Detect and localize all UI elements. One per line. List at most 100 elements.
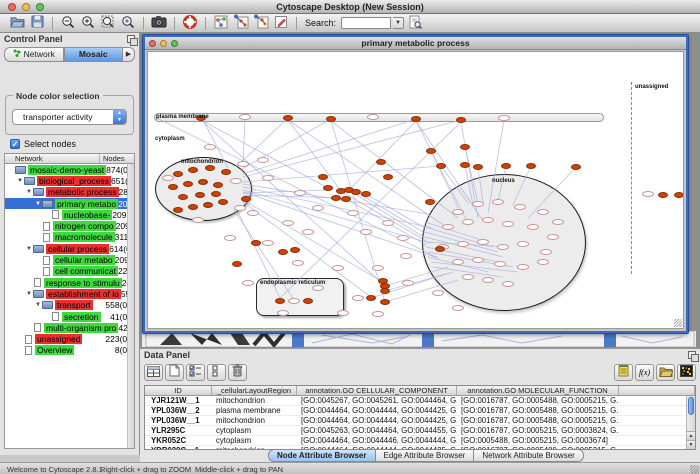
- network-node-colored[interactable]: [195, 192, 205, 198]
- tree-row[interactable]: unassigned223(0): [5, 333, 134, 344]
- tree-row[interactable]: macromolecule311(0): [5, 232, 134, 243]
- network-node-colored[interactable]: [366, 295, 376, 301]
- network-node-colored[interactable]: [173, 207, 183, 213]
- network-node-colored[interactable]: [183, 181, 193, 187]
- network-node-colored[interactable]: [351, 189, 361, 195]
- network-node[interactable]: [294, 190, 306, 196]
- network-node-colored[interactable]: [323, 185, 333, 191]
- frame-resize-grip[interactable]: [674, 319, 682, 327]
- tree-expand-icon[interactable]: ▼: [25, 291, 33, 297]
- zoom-fit-button[interactable]: [99, 15, 117, 31]
- network-node[interactable]: [262, 240, 274, 246]
- network-node[interactable]: [452, 209, 464, 215]
- column-header-cellular-component[interactable]: annotation.GO CELLULAR_COMPONENT: [297, 386, 457, 395]
- network-node[interactable]: [242, 280, 254, 286]
- network-node[interactable]: [332, 265, 344, 271]
- network-node[interactable]: [239, 114, 251, 120]
- network-node[interactable]: [482, 277, 494, 283]
- network-node-colored[interactable]: [501, 163, 511, 169]
- vizmapper-button[interactable]: [212, 15, 230, 31]
- network-node-colored[interactable]: [203, 202, 213, 208]
- tree-row[interactable]: ▼metabolic process280(0): [5, 187, 134, 198]
- network-node[interactable]: [452, 305, 464, 311]
- network-node-colored[interactable]: [460, 162, 470, 168]
- network-node[interactable]: [537, 259, 549, 265]
- network-node-colored[interactable]: [232, 261, 242, 267]
- network-node[interactable]: [497, 244, 509, 250]
- network-node[interactable]: [234, 205, 246, 211]
- network-node[interactable]: [547, 234, 559, 240]
- network-node-colored[interactable]: [241, 196, 251, 202]
- network-node-colored[interactable]: [211, 191, 221, 197]
- network-node-colored[interactable]: [571, 164, 581, 170]
- snapshot-button[interactable]: [150, 15, 168, 31]
- network-node[interactable]: [452, 259, 464, 265]
- tree-column-network[interactable]: Network: [5, 154, 100, 163]
- column-header-molecular-function[interactable]: annotation.GO MOLECULAR_FUNCTION: [457, 386, 619, 395]
- network-node[interactable]: [472, 201, 484, 207]
- tree-row[interactable]: ▼transport558(0): [5, 300, 134, 311]
- network-node-colored[interactable]: [213, 182, 223, 188]
- network-node[interactable]: [337, 310, 349, 316]
- network-node-colored[interactable]: [221, 169, 231, 175]
- network-node-colored[interactable]: [168, 184, 178, 190]
- save-session-button[interactable]: [28, 15, 46, 31]
- network-node[interactable]: [257, 157, 269, 163]
- network-node[interactable]: [477, 239, 489, 245]
- tree-row[interactable]: ▼establishment of lo558(0): [5, 288, 134, 299]
- create-attribute-button[interactable]: [165, 364, 184, 381]
- search-submit-button[interactable]: [406, 15, 424, 31]
- attribute-notes-button[interactable]: [614, 364, 633, 381]
- network-node-colored[interactable]: [361, 191, 371, 197]
- tree-row[interactable]: secretion41(0): [5, 311, 134, 322]
- network-node-colored[interactable]: [188, 167, 198, 173]
- zoom-in-button[interactable]: [79, 15, 97, 31]
- network-node[interactable]: [360, 229, 372, 235]
- network-node-colored[interactable]: [456, 117, 466, 123]
- network-node-colored[interactable]: [198, 179, 208, 185]
- network-node-colored[interactable]: [303, 298, 313, 304]
- network-node[interactable]: [237, 161, 249, 167]
- tab-network-attribute-browser[interactable]: Network Attribute Browser: [474, 449, 583, 462]
- network-node[interactable]: [192, 217, 204, 223]
- network-node[interactable]: [442, 224, 454, 230]
- scroll-down-arrow[interactable]: ▼: [687, 440, 695, 449]
- tree-row[interactable]: ▼primary metabo209(...: [5, 198, 134, 209]
- network-node-colored[interactable]: [674, 192, 684, 198]
- network-node[interactable]: [517, 264, 529, 270]
- network-node-colored[interactable]: [376, 159, 386, 165]
- tree-expand-icon[interactable]: ▼: [16, 178, 24, 184]
- network-node[interactable]: [540, 249, 552, 255]
- network-node[interactable]: [492, 199, 504, 205]
- network-node-colored[interactable]: [188, 204, 198, 210]
- network-node[interactable]: [642, 191, 654, 197]
- network-node[interactable]: [352, 295, 364, 301]
- annotation-button[interactable]: [272, 15, 290, 31]
- frame-zoom-button[interactable]: [171, 40, 178, 47]
- tree-row[interactable]: ▼cellular process614(0): [5, 243, 134, 254]
- network-node-colored[interactable]: [411, 116, 421, 122]
- network-node-colored[interactable]: [341, 196, 351, 202]
- open-session-button[interactable]: [8, 15, 26, 31]
- tree-expand-icon[interactable]: ▼: [34, 201, 42, 207]
- network-node-colored[interactable]: [326, 116, 336, 122]
- zoom-selected-button[interactable]: [119, 15, 137, 31]
- table-row[interactable]: YJR121W__1mitochondrion[GO:0045267, GO:0…: [145, 396, 695, 406]
- network-node[interactable]: [367, 114, 379, 120]
- network-node-colored[interactable]: [526, 163, 536, 169]
- table-scrollbar[interactable]: ▲ ▼: [686, 396, 695, 449]
- network-node[interactable]: [312, 205, 324, 211]
- network-node-colored[interactable]: [426, 148, 436, 154]
- table-row[interactable]: YPL036W__2plasma membrane[GO:0044464, GO…: [145, 406, 695, 416]
- network-node[interactable]: [472, 257, 484, 263]
- network-node-colored[interactable]: [473, 164, 483, 170]
- network-node[interactable]: [247, 210, 259, 216]
- network-node-colored[interactable]: [205, 165, 215, 171]
- network-node-colored[interactable]: [218, 199, 228, 205]
- network-node[interactable]: [282, 220, 294, 226]
- network-node-colored[interactable]: [251, 240, 261, 246]
- network-node[interactable]: [262, 175, 274, 181]
- import-attributes-button[interactable]: [656, 364, 675, 381]
- network-node[interactable]: [498, 115, 510, 121]
- matrix-view-button[interactable]: [677, 364, 696, 381]
